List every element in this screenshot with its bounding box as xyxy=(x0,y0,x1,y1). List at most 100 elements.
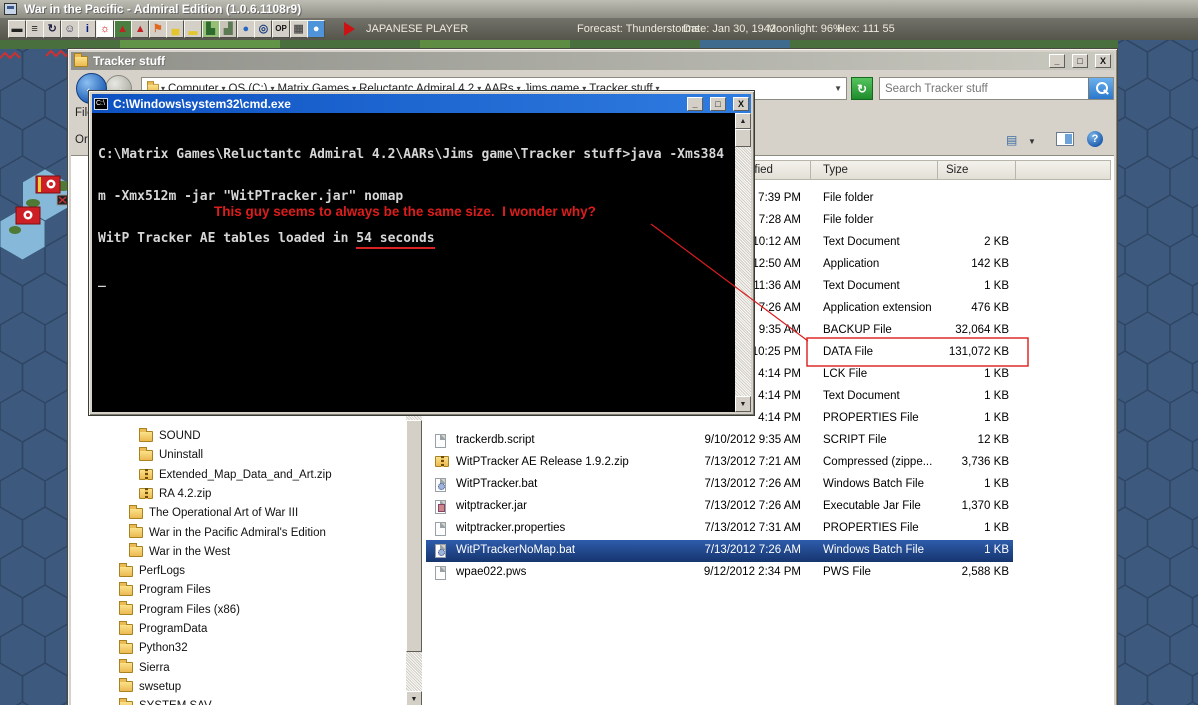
tree-item[interactable]: ProgramData xyxy=(119,620,207,638)
air-combat-icon[interactable]: ▲ xyxy=(113,20,132,38)
land-forces-icon[interactable]: ▙ xyxy=(201,20,220,38)
views-caret-icon[interactable]: ▼ xyxy=(1028,137,1036,146)
tree-item[interactable]: The Operational Art of War III xyxy=(129,504,298,522)
file-size: 1 KB xyxy=(984,478,1009,490)
file-size: 1 KB xyxy=(984,368,1009,380)
tree-item[interactable]: Sierra xyxy=(119,659,170,677)
status-player: JAPANESE PLAYER xyxy=(366,23,469,35)
file-name: trackerdb.script xyxy=(456,434,535,446)
address-history-caret-icon[interactable]: ▼ xyxy=(834,84,842,93)
maximize-button[interactable]: □ xyxy=(1072,54,1088,68)
file-size: 32,064 KB xyxy=(955,324,1009,336)
report-icon[interactable]: ≡ xyxy=(25,20,44,38)
console-line: m -Xmx512m -jar "WitPTracker.jar" nomap xyxy=(98,189,404,204)
tree-item[interactable]: War in the West xyxy=(129,543,230,561)
cmd-window: C:\Windows\system32\cmd.exe _ □ X C:\Mat… xyxy=(88,90,755,416)
folder-icon xyxy=(129,524,143,538)
map-jungle xyxy=(9,226,21,234)
explorer-titlebar[interactable]: Tracker stuff _ □ X xyxy=(71,52,1114,70)
minimize-button[interactable]: _ xyxy=(1049,54,1065,68)
page-icon xyxy=(435,566,446,580)
help-icon[interactable]: ? xyxy=(1087,131,1103,147)
cmd-minimize-button[interactable]: _ xyxy=(687,96,703,111)
cmd-titlebar[interactable]: C:\Windows\system32\cmd.exe _ □ X xyxy=(92,94,751,113)
tree-item[interactable]: Python32 xyxy=(119,639,188,657)
search-icon[interactable] xyxy=(1088,78,1113,99)
page-icon xyxy=(435,522,446,536)
file-row[interactable]: wpae022.pws 9/12/2012 2:34 PM PWS File 2,58… xyxy=(426,562,1013,584)
end-turn-play-button[interactable] xyxy=(344,22,355,36)
cmd-icon xyxy=(94,97,108,110)
cmd-scroll-down-icon[interactable]: ▼ xyxy=(735,396,751,412)
info-icon[interactable]: i xyxy=(78,20,97,38)
console-line: C:\Matrix Games\Reluctantc Admiral 4.2\A… xyxy=(98,147,725,162)
search-input[interactable] xyxy=(880,82,1088,95)
weather-icon[interactable]: ● xyxy=(307,20,326,38)
console-output: C:\Matrix Games\Reluctantc Admiral 4.2\A… xyxy=(98,120,727,316)
folder-icon xyxy=(119,601,133,616)
tree-item[interactable]: Program Files xyxy=(119,581,211,599)
cmd-scroll-up-icon[interactable]: ▲ xyxy=(735,113,751,129)
folder-icon xyxy=(129,504,143,519)
file-size: 12 KB xyxy=(977,434,1009,446)
globe-target-icon[interactable]: ◎ xyxy=(254,20,273,38)
cmd-console[interactable]: C:\Matrix Games\Reluctantc Admiral 4.2\A… xyxy=(92,113,751,412)
file-row[interactable]: witptracker.jar 7/13/2012 7:26 AM Executab… xyxy=(426,496,1013,518)
file-row[interactable]: trackerdb.script 9/10/2012 9:35 AM SCRIPT … xyxy=(426,430,1013,452)
operations-icon[interactable]: OP xyxy=(272,20,290,38)
refresh-button[interactable]: ↻ xyxy=(851,77,873,100)
air-transfer-icon[interactable]: ▲ xyxy=(131,20,150,38)
close-button[interactable]: X xyxy=(1095,54,1111,68)
search-box[interactable] xyxy=(879,77,1114,100)
game-app-icon xyxy=(4,3,17,15)
column-header-size[interactable]: Size xyxy=(938,160,1016,180)
cmd-scrollbar-thumb[interactable] xyxy=(735,129,751,147)
amphibious-icon[interactable]: ▟ xyxy=(219,20,238,38)
file-row[interactable]: WitPTrackerNoMap.bat 7/13/2012 7:26 AM Win… xyxy=(426,540,1013,562)
tree-item-label: Program Files (x86) xyxy=(139,603,240,616)
file-size: 1,370 KB xyxy=(961,500,1009,512)
cmd-scrollbar[interactable]: ▲ ▼ xyxy=(735,113,751,412)
tree-item[interactable]: War in the Pacific Admiral's Edition xyxy=(129,524,326,542)
tree-item[interactable]: SYSTEM.SAV xyxy=(119,697,212,705)
tree-item[interactable]: RA 4.2.zip xyxy=(139,485,211,503)
page-icon xyxy=(435,500,446,514)
column-header-type[interactable]: Type xyxy=(811,160,938,180)
submarine-icon[interactable]: ▂ xyxy=(184,20,202,38)
preview-pane-icon[interactable] xyxy=(1056,132,1074,146)
file-row[interactable]: WitPTracker AE Release 1.9.2.zip 7/13/201… xyxy=(426,452,1013,474)
page-icon xyxy=(435,544,446,558)
intel-face-icon[interactable]: ☺ xyxy=(60,20,79,38)
tree-item[interactable]: PerfLogs xyxy=(119,562,185,580)
japan-flag-icon[interactable]: ☼ xyxy=(96,20,114,38)
tree-item-label: SYSTEM.SAV xyxy=(139,700,212,705)
cmd-maximize-button[interactable]: □ xyxy=(710,96,726,111)
tree-item[interactable]: Uninstall xyxy=(139,446,203,464)
naval-ship-icon[interactable]: ▄ xyxy=(166,20,185,38)
file-row[interactable]: witptracker.properties 7/13/2012 7:31 AM P… xyxy=(426,518,1013,540)
tree-item[interactable]: SOUND xyxy=(139,427,201,445)
file-size: 2 KB xyxy=(984,236,1009,248)
globe-icon[interactable]: ● xyxy=(236,20,255,38)
folder-icon xyxy=(119,659,133,674)
column-header-blank[interactable] xyxy=(1016,160,1111,180)
tree-item[interactable]: Program Files (x86) xyxy=(119,601,240,619)
cmd-close-button[interactable]: X xyxy=(733,96,749,111)
scroll-down-icon[interactable]: ▼ xyxy=(406,691,422,705)
file-row[interactable]: WitPTracker.bat 7/13/2012 7:26 AM Windows … xyxy=(426,474,1013,496)
views-icon[interactable]: ▤ xyxy=(1006,133,1022,147)
file-name: WitPTracker AE Release 1.9.2.zip xyxy=(456,456,629,468)
folder-icon xyxy=(129,543,143,558)
turn-clock-icon[interactable]: ↻ xyxy=(43,20,62,38)
screen: War in the Pacific - Admiral Edition (1.… xyxy=(0,0,1198,705)
save-icon[interactable]: ▬ xyxy=(8,20,26,38)
tree-item-label: RA 4.2.zip xyxy=(159,487,212,500)
objective-flag-icon[interactable]: ⚑ xyxy=(148,20,167,38)
tree-scrollbar-thumb[interactable] xyxy=(406,420,422,652)
tree-item[interactable]: Extended_Map_Data_and_Art.zip xyxy=(139,466,332,484)
folder-icon xyxy=(119,620,133,635)
industry-icon[interactable]: ▦ xyxy=(289,20,308,38)
status-date: Date: Jan 30, 1942 xyxy=(683,23,776,35)
tree-item[interactable]: swsetup xyxy=(119,678,181,696)
console-cursor: _ xyxy=(98,273,106,288)
